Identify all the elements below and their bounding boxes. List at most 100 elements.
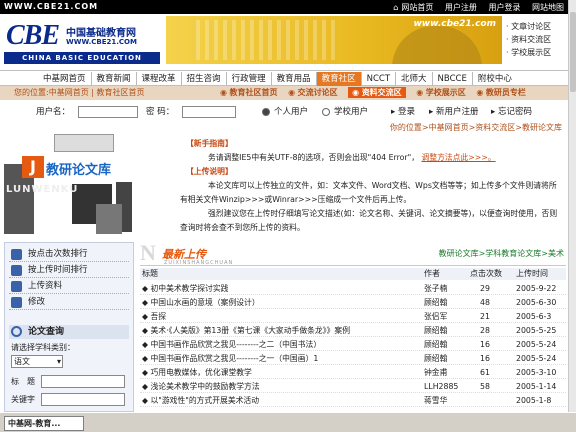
sub-tab[interactable]: ◉ 学校展示区	[416, 88, 466, 97]
row-title[interactable]: ◆ 初中美术教学探讨实践	[142, 282, 412, 295]
guide-heading: 【新手指南】	[186, 139, 233, 148]
row-title[interactable]: ◆ 中国书画作品欣赏之我见--------之二（中国书法）	[142, 338, 412, 351]
register-button[interactable]: ▸ 新用户注册	[426, 106, 481, 118]
forgot-button[interactable]: ▸ 忘记密码	[488, 106, 535, 118]
login-button[interactable]: ▸ 登录	[388, 106, 418, 118]
top-bar: WWW.CBE21.COM ⌂ 网站首页 用户注册 用户登录 网站地图	[0, 0, 568, 14]
nav-item[interactable]: 招生咨询	[180, 72, 226, 86]
personal-label: 个人用户	[274, 107, 309, 117]
nav-item[interactable]: 北师大	[395, 72, 432, 86]
search-icon	[11, 326, 22, 337]
left-sidebar: 按点击次数排行 按上传时间排行 上传资料 修改 论文查询 请选择学科类别： 语文…	[4, 242, 134, 412]
side-link-schools[interactable]: 学校展示区	[506, 46, 551, 59]
school-label: 学校用户	[334, 107, 369, 117]
row-title[interactable]: ◆ 中国书画作品欣赏之我见--------之一（中国画）1	[142, 352, 412, 365]
title-input[interactable]	[41, 375, 125, 388]
top-link-login[interactable]: 用户登录	[488, 3, 520, 12]
side-link-materials[interactable]: 资料交流区	[506, 33, 551, 46]
sidebar-item-clicks[interactable]: 按点击次数排行	[9, 247, 129, 262]
row-title[interactable]: ◆ 美术·《人美版》第13册《第七课《大家动手做条龙》》案例	[142, 324, 412, 337]
row-clicks: 16	[480, 340, 490, 349]
username-input[interactable]	[78, 106, 138, 118]
main-nav: 中基网首页 教育新闻 课程改革 招生咨询 行政管理 教育用品 教育社区 NCCT 北师大 NBCC…	[0, 70, 568, 86]
side-link-discussion[interactable]: 文章讨论区	[506, 20, 551, 33]
nav-item[interactable]: NBCCE	[431, 72, 472, 86]
top-link-home[interactable]: 网站首页	[401, 3, 433, 12]
sub-tab[interactable]: ◉ 教育社区首页	[220, 88, 278, 97]
taskbar-window-button[interactable]: 中基网-教育...	[4, 416, 84, 431]
school-radio[interactable]	[322, 108, 330, 116]
nav-item[interactable]: 中基网首页	[38, 72, 91, 86]
row-title[interactable]: ◆ 巧用电教媒体，优化课堂教学	[142, 366, 412, 379]
home-icon[interactable]: ⌂	[393, 3, 398, 12]
table-row[interactable]: ◆ 以"游戏性"的方式开展美术活动 蒋雪华 2005-1-8	[140, 394, 566, 407]
title-label: 标 题	[11, 377, 35, 386]
guide-link[interactable]: 调整方法点此>>>。	[421, 153, 495, 162]
keyword-input[interactable]	[41, 393, 125, 406]
site-logo[interactable]: CBE 中国基础教育网 WWW.CBE21.COM CHINA BASIC ED…	[4, 16, 162, 66]
vertical-scrollbar[interactable]	[568, 0, 576, 412]
top-link-sitemap[interactable]: 网站地图	[532, 3, 564, 12]
guide-text: 务请调整IE5中有关UTF-8的选项，否则会出现"404 Error"，	[208, 153, 419, 162]
row-author: 顾绍翰	[424, 326, 448, 335]
table-row[interactable]: ◆ 美术·《人美版》第13册《第七课《大家动手做条龙》》案例 顾绍翰 28 2005-…	[140, 324, 566, 337]
nav-item[interactable]: 教育新闻	[90, 72, 136, 86]
nav-item[interactable]: 附校中心	[471, 72, 517, 86]
nav-item-active[interactable]: 教育社区	[315, 72, 361, 86]
list-icon	[11, 249, 22, 260]
top-links: ⌂ 网站首页 用户注册 用户登录 网站地图	[384, 2, 564, 13]
table-row[interactable]: ◆ 中国山水画的意境（案例设计） 顾绍翰 48 2005-6-30	[140, 296, 566, 309]
nav-item[interactable]: 教育用品	[270, 72, 316, 86]
row-date: 2005-3-10	[516, 368, 557, 377]
row-date: 2005-9-22	[516, 284, 557, 293]
nav-item[interactable]: 课程改革	[135, 72, 181, 86]
row-clicks: 29	[480, 284, 490, 293]
breadcrumb[interactable]: 你的位置>中基网首页>资料交流区>教研论文库	[0, 122, 568, 134]
table-row[interactable]: ◆ 中国书画作品欣赏之我见--------之二（中国书法） 顾绍翰 16 2005-5…	[140, 338, 566, 351]
notice-panel: 【新手指南】 务请调整IE5中有关UTF-8的选项，否则会出现"404 Erro…	[180, 137, 564, 235]
logo-brand: CBE	[6, 20, 60, 51]
sidebar-item-upload[interactable]: 上传资料	[9, 279, 129, 294]
sub-tab[interactable]: ◉ 教研员专栏	[476, 88, 526, 97]
col-author: 作者	[424, 269, 440, 278]
table-row[interactable]: ◆ 巧用电教媒体，优化课堂教学 钟金甫 61 2005-3-10	[140, 366, 566, 379]
table-row[interactable]: ◆ 初中美术教学探讨实践 张子楠 29 2005-9-22	[140, 282, 566, 295]
row-title[interactable]: ◆ 浅论美术教学中的鼓励教学方法	[142, 380, 412, 393]
personal-radio[interactable]	[262, 108, 270, 116]
nav-item[interactable]: 行政管理	[225, 72, 271, 86]
section-breadcrumb[interactable]: 教研论文库>学科教育论文库>美术	[439, 248, 564, 259]
sub-nav: 您的位置:中基网首页 | 教育社区首页 ◉ 教育社区首页 ◉ 交流讨论区 ◉ 资…	[0, 86, 568, 100]
upload-advice: 强烈建议您在上传时仔细填写论文描述(如：论文名称、关键词、论文摘要等)，以便查询…	[180, 209, 558, 232]
list-icon	[11, 265, 22, 276]
table-row[interactable]: ◆ 浅论美术教学中的鼓励教学方法 LLH2885 58 2005-1-14	[140, 380, 566, 393]
nav-item[interactable]: NCCT	[360, 72, 395, 86]
feature-j-badge: J	[22, 156, 44, 178]
row-author: 张侣军	[424, 312, 448, 321]
table-row[interactable]: ◆ 中国书画作品欣赏之我见--------之一（中国画）1 顾绍翰 16 2005-5…	[140, 352, 566, 365]
password-input[interactable]	[182, 106, 236, 118]
row-author: 张子楠	[424, 284, 448, 293]
row-author: 顾绍翰	[424, 340, 448, 349]
row-author: 蒋雪华	[424, 396, 448, 405]
sidebar-item-edit[interactable]: 修改	[9, 295, 129, 310]
scrollbar-thumb[interactable]	[570, 12, 576, 92]
category-select[interactable]: 语文 ▾	[11, 355, 63, 368]
banner-pattern	[196, 20, 336, 60]
logo-english: CHINA BASIC EDUCATION	[4, 52, 160, 64]
banner-url: www.cbe21.com	[413, 19, 496, 29]
sidebar-item-time[interactable]: 按上传时间排行	[9, 263, 129, 278]
top-link-register[interactable]: 用户注册	[445, 3, 477, 12]
sub-tab[interactable]: ◉ 交流讨论区	[288, 88, 338, 97]
login-bar: 用户名： 密 码： 个人用户 学校用户 ▸ 登录 ▸ 新用户注册 ▸ 忘记密码	[0, 102, 568, 122]
sub-breadcrumb[interactable]: 您的位置:中基网首页 | 教育社区首页	[14, 86, 144, 100]
row-title[interactable]: ◆ 以"游戏性"的方式开展美术活动	[142, 394, 412, 407]
upload-heading: 【上传说明】	[186, 167, 233, 176]
username-label: 用户名：	[36, 107, 71, 117]
feature-image: J 教研论文库 LUNWENKU	[4, 134, 134, 240]
row-title[interactable]: ◆ 中国山水画的意境（案例设计）	[142, 296, 412, 309]
sub-tab-active[interactable]: ◉ 资料交流区	[348, 87, 406, 98]
table-row[interactable]: ◆ 吾探 张侣军 21 2005-6-3	[140, 310, 566, 323]
section-pinyin: ZUIXINSHANGCHUAN	[164, 260, 234, 266]
row-title[interactable]: ◆ 吾探	[142, 310, 412, 323]
row-author: LLH2885	[424, 382, 459, 391]
